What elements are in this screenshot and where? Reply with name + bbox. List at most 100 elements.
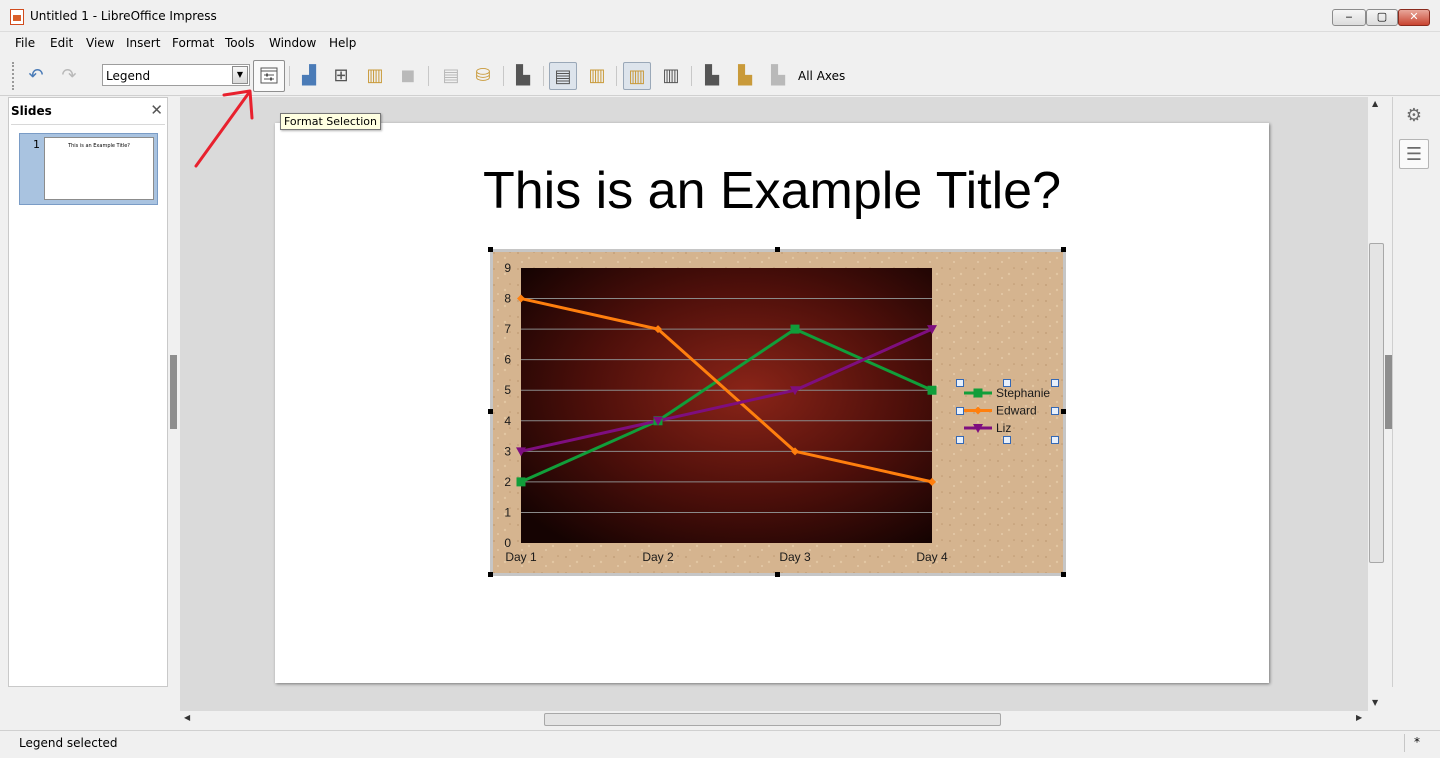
close-icon[interactable]: ✕ [150,101,163,119]
menu-insert[interactable]: Insert [126,36,160,50]
y-tick-label: 9 [504,261,511,275]
format-wall-icon[interactable]: ▤ [437,62,465,90]
close-window-button[interactable]: ✕ [1398,9,1430,26]
legend-selection-handle [1051,436,1059,444]
y-tick-label: 8 [504,292,511,306]
legend-selection-handle [956,436,964,444]
all-axes-button[interactable]: All Axes [798,69,845,83]
slide-thumbnail-1[interactable]: 1 This is an Example Title? [19,133,158,205]
redo-icon[interactable]: ↷ [55,62,83,90]
z-axis-icon[interactable]: ▙ [764,62,792,90]
data-point [973,388,983,398]
legend-on-off-icon[interactable]: ▤ [549,62,577,90]
legend-selection-handle [1003,436,1011,444]
slide-canvas[interactable]: This is an Example Title? 0 1 2 3 4 5 6 … [275,123,1269,683]
vertical-scrollbar[interactable]: ▲ ▼ [1368,97,1385,711]
document-modified-indicator[interactable]: * [1414,735,1420,749]
minimize-button[interactable]: ‒ [1332,9,1366,26]
legend-entry-stephanie: Stephanie [996,386,1050,400]
slide-preview: This is an Example Title? [44,137,154,200]
scroll-up-icon[interactable]: ▲ [1372,99,1378,108]
legend-selection-handle [1051,407,1059,415]
legend-entry-liz: Liz [996,421,1011,435]
slides-panel: Slides ✕ 1 This is an Example Title? [8,97,168,687]
slide-number: 1 [33,138,40,151]
legend-selection-handle [956,379,964,387]
horizontal-scroll-thumb[interactable] [544,713,1001,726]
toolbar-separator [616,66,617,86]
legend-selection-handle [1003,379,1011,387]
x-tick-label: Day 3 [779,550,811,564]
x-axis-icon[interactable]: ▙ [698,62,726,90]
x-tick-label: Day 2 [642,550,674,564]
menu-edit[interactable]: Edit [50,36,73,50]
menu-tools[interactable]: Tools [225,36,255,50]
legend-entry-edward: Edward [996,404,1037,418]
y-axis-icon[interactable]: ▙ [731,62,759,90]
chart-type-icon[interactable]: ▟ [295,62,323,90]
x-tick-label: Day 4 [916,550,948,564]
slide-title[interactable]: This is an Example Title? [275,161,1269,221]
selection-handle[interactable] [1061,572,1066,577]
status-separator [1404,734,1405,752]
annotation-arrow [194,89,254,168]
y-tick-label: 6 [504,353,511,367]
slide-preview-title: This is an Example Title? [68,143,130,149]
selection-handle[interactable] [488,572,493,577]
horizontal-grids-icon[interactable]: ▥ [623,62,651,90]
undo-icon[interactable]: ↶ [22,62,50,90]
x-tick-label: Day 1 [505,550,537,564]
selected-element-value: Legend [106,69,151,83]
selection-handle[interactable] [1061,247,1066,252]
y-tick-label: 4 [504,414,511,428]
chart-object[interactable]: 0 1 2 3 4 5 6 7 8 9 Day 1 Day 2 Day 3 Day 4 Stephani… [490,249,1066,576]
y-tick-label: 0 [504,536,511,550]
format-selection-tooltip: Format Selection [280,113,381,130]
slides-panel-title: Slides [11,104,52,118]
title-icon[interactable]: ▥ [583,62,611,90]
window-title: Untitled 1 - LibreOffice Impress [30,9,217,23]
y-tick-label: 7 [504,322,511,336]
3d-view-icon[interactable]: ◼ [394,62,422,90]
format-chart-area-icon[interactable]: ▙ [509,62,537,90]
scroll-down-icon[interactable]: ▼ [1372,698,1378,707]
vertical-grids-icon[interactable]: ▥ [657,62,685,90]
title-bar: Untitled 1 - LibreOffice Impress ‒ ▢ ✕ [0,0,1440,32]
selection-handle[interactable] [775,572,780,577]
data-point [790,324,800,334]
legend-selection-handle [1051,379,1059,387]
slide-workarea: This is an Example Title? 0 1 2 3 4 5 6 … [180,97,1368,711]
vertical-scroll-thumb[interactable] [1369,243,1384,563]
data-table-icon[interactable]: ⊞ [327,62,355,90]
selection-handle[interactable] [488,409,493,414]
selection-handle[interactable] [1061,409,1066,414]
selection-handle[interactable] [488,247,493,252]
data-ranges-icon[interactable]: ▥ [361,62,389,90]
toolbar-grip[interactable] [12,62,15,90]
properties-icon[interactable]: ☰ [1399,139,1429,169]
data-point [516,477,526,487]
maximize-button[interactable]: ▢ [1366,9,1398,26]
data-point [927,385,937,395]
selection-handle[interactable] [775,247,780,252]
scroll-left-icon[interactable]: ◀ [184,713,190,722]
y-tick-label: 5 [504,383,511,397]
toolbar-separator [543,66,544,86]
scroll-right-icon[interactable]: ▶ [1356,713,1362,722]
collapse-slides-panel-handle[interactable] [170,355,177,429]
status-bar: Legend selected * [0,730,1440,758]
impress-app-icon [10,9,24,25]
menu-format[interactable]: Format [172,36,214,50]
y-tick-label: 2 [504,475,511,489]
format-floor-icon[interactable]: ⛁ [469,62,497,90]
menu-window[interactable]: Window [269,36,316,50]
menu-view[interactable]: View [86,36,114,50]
menu-file[interactable]: File [15,36,35,50]
legend-selection-handle [956,407,964,415]
toolbar-separator [503,66,504,86]
toolbar-separator [289,66,290,86]
collapse-sidebar-handle[interactable] [1385,355,1392,429]
menu-help[interactable]: Help [329,36,356,50]
gear-icon[interactable]: ⚙ [1399,101,1429,131]
horizontal-scrollbar[interactable]: ◀ ▶ [180,711,1368,728]
